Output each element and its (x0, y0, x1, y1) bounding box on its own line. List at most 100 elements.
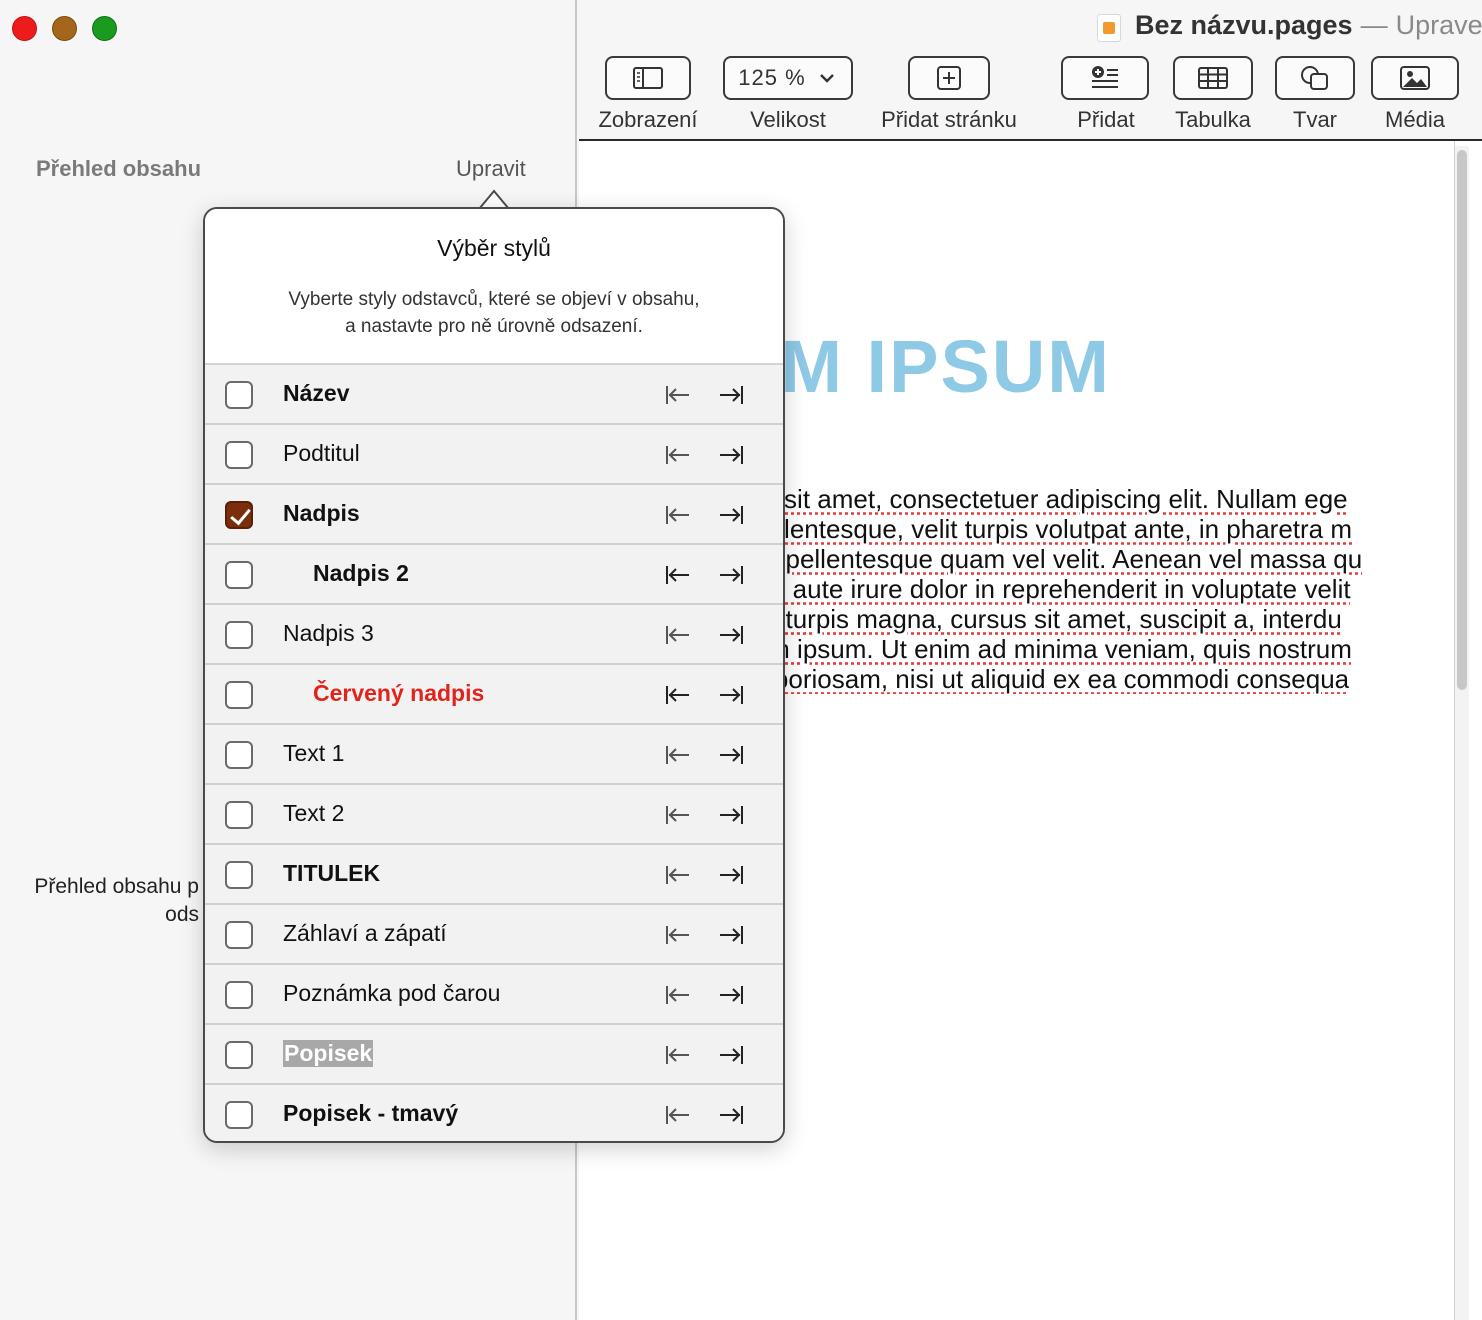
outdent-icon[interactable] (665, 683, 691, 707)
outdent-icon[interactable] (665, 383, 691, 407)
style-row-nadpis[interactable]: Nadpis (205, 485, 783, 545)
style-row-podtitul[interactable]: Podtitul (205, 425, 783, 485)
checkbox[interactable] (225, 1041, 253, 1069)
media-label: Média (1385, 107, 1445, 132)
outdent-icon[interactable] (665, 503, 691, 527)
style-row-popisek-tmavy[interactable]: Popisek - tmavý (205, 1085, 783, 1141)
outdent-icon[interactable] (665, 743, 691, 767)
body-line: ra pellentesque, velit turpis volutpat a… (719, 514, 1353, 544)
outdent-icon[interactable] (665, 803, 691, 827)
style-label: Červený nadpis (313, 680, 485, 706)
checkbox[interactable] (225, 741, 253, 769)
window-title: Bez názvu.pages—Upraveno (1097, 10, 1482, 41)
scrollbar-thumb[interactable] (1457, 150, 1467, 690)
style-row-titulek[interactable]: TITULEK (205, 845, 783, 905)
body-line: teger pellentesque quam vel velit. Aenea… (719, 544, 1363, 574)
style-label: TITULEK (283, 860, 381, 886)
style-row-cerveny-nadpis[interactable]: Červený nadpis (205, 665, 783, 725)
zoom-value: 125 % (738, 65, 806, 90)
outdent-icon[interactable] (665, 563, 691, 587)
media-button[interactable] (1371, 56, 1459, 100)
shape-button[interactable] (1275, 56, 1355, 100)
zoom-window-button[interactable] (92, 16, 117, 41)
checkbox[interactable] (225, 921, 253, 949)
checkbox[interactable] (225, 861, 253, 889)
checkbox[interactable] (225, 621, 253, 649)
indent-icon[interactable] (718, 563, 744, 587)
indent-icon[interactable] (718, 803, 744, 827)
style-label: Nadpis (283, 500, 360, 526)
insert-label: Přidat (1077, 107, 1135, 132)
table-label: Tabulka (1175, 107, 1251, 132)
close-window-button[interactable] (12, 16, 37, 41)
style-label: Nadpis 2 (313, 560, 409, 586)
document-name: Bez názvu.pages (1135, 10, 1353, 40)
document-heading[interactable]: EM IPSUM (729, 324, 1111, 409)
outdent-icon[interactable] (665, 623, 691, 647)
style-row-poznamka[interactable]: Poznámka pod čarou (205, 965, 783, 1025)
checkbox[interactable] (225, 1101, 253, 1129)
outdent-icon[interactable] (665, 1103, 691, 1127)
style-row-zahlavi-zapati[interactable]: Záhlaví a zápatí (205, 905, 783, 965)
style-row-text-1[interactable]: Text 1 (205, 725, 783, 785)
add-page-label: Přidat stránku (881, 107, 1017, 132)
style-label: Záhlaví a zápatí (283, 920, 447, 946)
shape-icon (1301, 66, 1328, 90)
outdent-icon[interactable] (665, 443, 691, 467)
outdent-icon[interactable] (665, 983, 691, 1007)
vertical-scrollbar[interactable] (1455, 146, 1469, 1320)
style-row-text-2[interactable]: Text 2 (205, 785, 783, 845)
table-button[interactable] (1173, 56, 1253, 100)
document-body[interactable]: dolor sit amet, consectetuer adipiscing … (719, 484, 1455, 694)
indent-icon[interactable] (718, 1043, 744, 1067)
style-row-nadpis-3[interactable]: Nadpis 3 (205, 605, 783, 665)
checkbox-checked[interactable] (225, 501, 253, 529)
document-state: Upraveno (1395, 10, 1482, 40)
popover-header: Výběr stylů Vyberte styly odstavců, kter… (205, 209, 783, 365)
sidebar-hint-text-2: ods (165, 903, 199, 926)
sidebar-edit-button[interactable]: Upravit (456, 156, 526, 182)
outdent-icon[interactable] (665, 863, 691, 887)
style-label: Poznámka pod čarou (283, 980, 501, 1006)
indent-icon[interactable] (718, 503, 744, 527)
image-icon (1400, 66, 1430, 90)
body-line: dolor sit amet, consectetuer adipiscing … (719, 484, 1348, 514)
chevron-down-icon (819, 74, 834, 83)
style-row-nadpis-2[interactable]: Nadpis 2 (205, 545, 783, 605)
checkbox[interactable] (225, 441, 253, 469)
zoom-label: Velikost (750, 107, 826, 132)
style-list: Název Podtitul Nadpis Nadpis 2 Nadpis 3 (205, 365, 783, 1141)
checkbox[interactable] (225, 381, 253, 409)
body-line: pit laboriosam, nisi ut aliquid ex ea co… (719, 664, 1350, 694)
sidebar-hint-text: Přehled obsahu p (34, 875, 199, 898)
checkbox[interactable] (225, 801, 253, 829)
minimize-window-button[interactable] (52, 16, 77, 41)
outdent-icon[interactable] (665, 923, 691, 947)
indent-icon[interactable] (718, 623, 744, 647)
style-label: Podtitul (283, 440, 360, 466)
indent-icon[interactable] (718, 863, 744, 887)
zoom-dropdown[interactable]: 125 % (723, 56, 853, 100)
style-row-nazev[interactable]: Název (205, 365, 783, 425)
indent-icon[interactable] (718, 383, 744, 407)
indent-icon[interactable] (718, 1103, 744, 1127)
checkbox[interactable] (225, 681, 253, 709)
indent-icon[interactable] (718, 683, 744, 707)
indent-icon[interactable] (718, 743, 744, 767)
indent-icon[interactable] (718, 443, 744, 467)
indent-icon[interactable] (718, 983, 744, 1007)
insert-button[interactable] (1061, 56, 1149, 100)
sidebar-icon (633, 67, 663, 89)
checkbox[interactable] (225, 561, 253, 589)
outdent-icon[interactable] (665, 1043, 691, 1067)
style-picker-popover: Výběr stylů Vyberte styly odstavců, kter… (203, 207, 785, 1143)
indent-icon[interactable] (718, 923, 744, 947)
body-line: . Duis aute irure dolor in reprehenderit… (719, 574, 1351, 604)
style-row-popisek[interactable]: Popisek (205, 1025, 783, 1085)
body-line: bulum ipsum. Ut enim ad minima veniam, q… (719, 634, 1352, 664)
checkbox[interactable] (225, 981, 253, 1009)
add-page-button[interactable] (908, 56, 990, 100)
shape-label: Tvar (1293, 107, 1337, 132)
view-button[interactable] (605, 56, 691, 100)
style-label: Text 2 (283, 800, 345, 826)
